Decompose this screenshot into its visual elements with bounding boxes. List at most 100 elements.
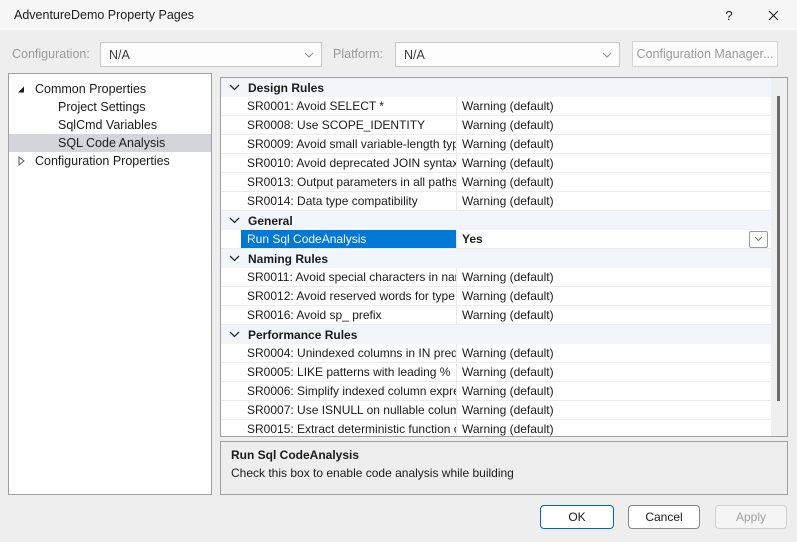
property-value-cell[interactable]: Warning (default) [456,344,771,362]
property-row[interactable]: SR0014: Data type compatibility Warning (… [221,192,771,211]
tree-collapsed-icon[interactable] [15,155,27,167]
configuration-manager-button[interactable]: Configuration Manager... [632,41,778,67]
chevron-down-icon[interactable] [229,255,241,262]
property-name-cell[interactable]: SR0005: LIKE patterns with leading % [221,363,456,381]
category-row[interactable]: General [221,211,771,230]
property-name-cell[interactable]: SR0015: Extract deterministic function c… [221,420,456,436]
property-row[interactable]: SR0009: Avoid small variable-length typ W… [221,135,771,154]
property-row[interactable]: SR0004: Unindexed columns in IN predicWa… [221,344,771,363]
property-row[interactable]: SR0001: Avoid SELECT *Warning (default) [221,97,771,116]
property-row[interactable]: SR0015: Extract deterministic function c… [221,420,771,436]
property-value-label: Warning (default) [462,384,554,398]
configuration-select[interactable]: N/A [100,42,322,67]
chevron-down-icon[interactable] [229,217,241,224]
property-name-cell[interactable]: SR0004: Unindexed columns in IN predic [221,344,456,362]
property-row[interactable]: SR0007: Use ISNULL on nullable column War… [221,401,771,420]
tree-item-project-settings[interactable]: Project Settings [9,98,211,116]
property-name-cell[interactable]: SR0001: Avoid SELECT * [221,97,456,115]
property-row[interactable]: Run Sql CodeAnalysis Yes [221,230,771,249]
tree-item-label: Common Properties [35,82,146,96]
close-button[interactable] [753,0,793,30]
property-row[interactable]: SR0010: Avoid deprecated JOIN syntax Warn… [221,154,771,173]
property-value-cell[interactable]: Warning (default) [456,401,771,419]
property-name-cell[interactable]: SR0011: Avoid special characters in nam [221,268,456,286]
configuration-label: Configuration: [12,47,90,61]
property-value-cell[interactable]: Warning (default) [456,97,771,115]
property-value-label: Warning (default) [462,403,554,417]
property-row[interactable]: SR0006: Simplify indexed column expres Wa… [221,382,771,401]
cancel-button[interactable]: Cancel [628,505,700,529]
property-value-label: Yes [462,232,483,246]
property-name-cell[interactable]: SR0009: Avoid small variable-length typ [221,135,456,153]
property-name-cell[interactable]: SR0008: Use SCOPE_IDENTITY [221,116,456,134]
category-label: General [248,214,293,228]
chevron-down-icon [754,236,763,242]
window-title: AdventureDemo Property Pages [14,8,194,22]
description-text: Check this box to enable code analysis w… [231,466,777,480]
property-name-cell[interactable]: SR0006: Simplify indexed column expres [221,382,456,400]
platform-value: N/A [404,48,425,62]
tree-item-label: SQL Code Analysis [58,136,165,150]
property-value-cell[interactable]: Warning (default) [456,420,771,436]
description-panel: Run Sql CodeAnalysis Check this box to e… [220,441,788,495]
property-value-cell[interactable]: Warning (default) [456,363,771,381]
close-icon [768,10,779,21]
tree-item-label: SqlCmd Variables [58,118,157,132]
tree-item-configuration-properties[interactable]: Configuration Properties [9,152,211,170]
property-row[interactable]: SR0005: LIKE patterns with leading %Warn… [221,363,771,382]
property-value-cell[interactable]: Warning (default) [456,268,771,286]
tree-expanded-icon[interactable] [15,83,27,95]
property-value-cell[interactable]: Warning (default) [456,306,771,324]
category-row[interactable]: Design Rules [221,78,771,97]
platform-select[interactable]: N/A [395,42,620,67]
property-value-label: Warning (default) [462,270,554,284]
tree-item-sql-code-analysis[interactable]: SQL Code Analysis [9,134,211,152]
chevron-down-icon[interactable] [229,331,241,338]
help-icon: ? [725,8,732,23]
tree-item-sqlcmd-variables[interactable]: SqlCmd Variables [9,116,211,134]
property-name-cell[interactable]: SR0007: Use ISNULL on nullable column [221,401,456,419]
property-row[interactable]: SR0013: Output parameters in all pathsWa… [221,173,771,192]
title-bar: AdventureDemo Property Pages ? [0,0,797,30]
scrollbar-thumb[interactable] [777,96,780,401]
property-row[interactable]: SR0011: Avoid special characters in nam W… [221,268,771,287]
category-row[interactable]: Naming Rules [221,249,771,268]
property-value-label: Warning (default) [462,308,554,322]
property-row[interactable]: SR0012: Avoid reserved words for type nW… [221,287,771,306]
property-value-label: Warning (default) [462,118,554,132]
property-value-cell[interactable]: Warning (default) [456,173,771,191]
tree-item-common-properties[interactable]: Common Properties [9,80,211,98]
help-button[interactable]: ? [709,0,749,30]
configuration-value: N/A [109,48,130,62]
property-name-cell[interactable]: SR0012: Avoid reserved words for type n [221,287,456,305]
property-name-cell[interactable]: SR0016: Avoid sp_ prefix [221,306,456,324]
value-dropdown-button[interactable] [749,231,768,248]
vertical-scrollbar[interactable] [771,78,787,436]
category-label: Design Rules [248,81,324,95]
chevron-down-icon[interactable] [229,84,241,91]
category-label: Performance Rules [248,328,357,342]
property-value-label: Warning (default) [462,194,554,208]
ok-button[interactable]: OK [540,505,614,529]
property-name-cell[interactable]: Run Sql CodeAnalysis [221,230,456,248]
property-grid: Design RulesSR0001: Avoid SELECT *Warnin… [220,77,788,437]
property-name-cell[interactable]: SR0010: Avoid deprecated JOIN syntax [221,154,456,172]
property-value-cell[interactable]: Yes [456,230,771,248]
apply-button[interactable]: Apply [715,505,787,529]
category-row[interactable]: Performance Rules [221,325,771,344]
property-value-cell[interactable]: Warning (default) [456,116,771,134]
property-name-cell[interactable]: SR0013: Output parameters in all paths [221,173,456,191]
property-row[interactable]: SR0016: Avoid sp_ prefix Warning (default… [221,306,771,325]
tree-item-label: Project Settings [58,100,146,114]
property-value-cell[interactable]: Warning (default) [456,287,771,305]
property-value-label: Warning (default) [462,137,554,151]
property-name-cell[interactable]: SR0014: Data type compatibility [221,192,456,210]
property-value-cell[interactable]: Warning (default) [456,135,771,153]
property-value-cell[interactable]: Warning (default) [456,382,771,400]
property-value-label: Warning (default) [462,156,554,170]
property-value-cell[interactable]: Warning (default) [456,154,771,172]
property-row[interactable]: SR0008: Use SCOPE_IDENTITY Warning (defau… [221,116,771,135]
property-value-cell[interactable]: Warning (default) [456,192,771,210]
property-grid-rows: Design RulesSR0001: Avoid SELECT *Warnin… [221,78,771,436]
chevron-down-icon [602,52,612,58]
